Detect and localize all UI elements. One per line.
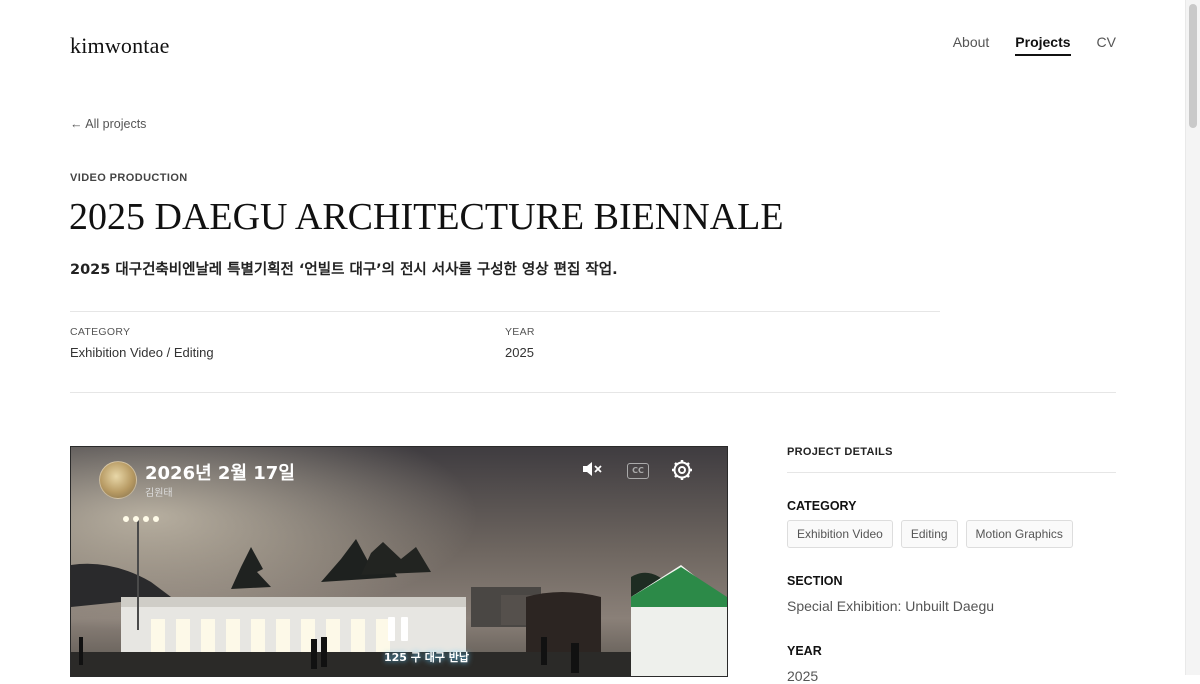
tag-motion-graphics[interactable]: Motion Graphics xyxy=(965,520,1073,548)
video-overlay-text: 125 구 대구 반납 xyxy=(384,651,470,664)
video-player[interactable]: 2026년 2월 17일 김원태 CC 125 구 대구 반납 xyxy=(70,446,728,677)
details-category-label: CATEGORY xyxy=(787,499,857,513)
details-year-value: 2025 xyxy=(787,668,819,684)
pause-icon[interactable] xyxy=(388,617,408,641)
speaker-muted-icon[interactable] xyxy=(581,459,603,479)
divider xyxy=(70,311,940,312)
meta-category-value: Exhibition Video / Editing xyxy=(70,345,214,360)
gear-icon[interactable] xyxy=(671,459,693,481)
project-subtitle: 2025 대구건축비엔날레 특별기획전 ‘언빌트 대구’의 전시 서사를 구성한… xyxy=(70,262,618,278)
meta-year-value: 2025 xyxy=(505,345,534,360)
page-scrollbar[interactable] xyxy=(1185,0,1200,675)
details-section-label: SECTION xyxy=(787,574,843,588)
project-type-label: VIDEO PRODUCTION xyxy=(70,172,188,184)
page-title: 2025 DAEGU ARCHITECTURE BIENNALE xyxy=(69,196,784,238)
divider xyxy=(70,392,1116,393)
closed-captions-button[interactable]: CC xyxy=(627,463,649,479)
meta-year-label: YEAR xyxy=(505,326,535,338)
back-to-projects-link[interactable]: ← All projects xyxy=(70,117,146,131)
tag-exhibition-video[interactable]: Exhibition Video xyxy=(787,520,893,548)
details-year-label: YEAR xyxy=(787,644,822,658)
category-tags: Exhibition Video Editing Motion Graphics xyxy=(787,520,1073,548)
nav-cv[interactable]: CV xyxy=(1097,34,1116,56)
tag-editing[interactable]: Editing xyxy=(900,520,958,548)
video-title[interactable]: 2026년 2월 17일 xyxy=(145,459,295,485)
video-channel-name[interactable]: 김원태 xyxy=(145,484,173,499)
channel-avatar[interactable] xyxy=(99,461,137,499)
details-section-value: Special Exhibition: Unbuilt Daegu xyxy=(787,598,995,614)
main-nav: About Projects CV xyxy=(953,34,1116,56)
project-details-heading: PROJECT DETAILS xyxy=(787,446,893,458)
divider xyxy=(787,472,1116,473)
nav-projects[interactable]: Projects xyxy=(1015,34,1071,56)
nav-about[interactable]: About xyxy=(953,34,990,56)
scrollbar-thumb[interactable] xyxy=(1189,4,1197,128)
meta-category-label: CATEGORY xyxy=(70,326,131,338)
site-logo[interactable]: kimwontae xyxy=(70,33,170,59)
